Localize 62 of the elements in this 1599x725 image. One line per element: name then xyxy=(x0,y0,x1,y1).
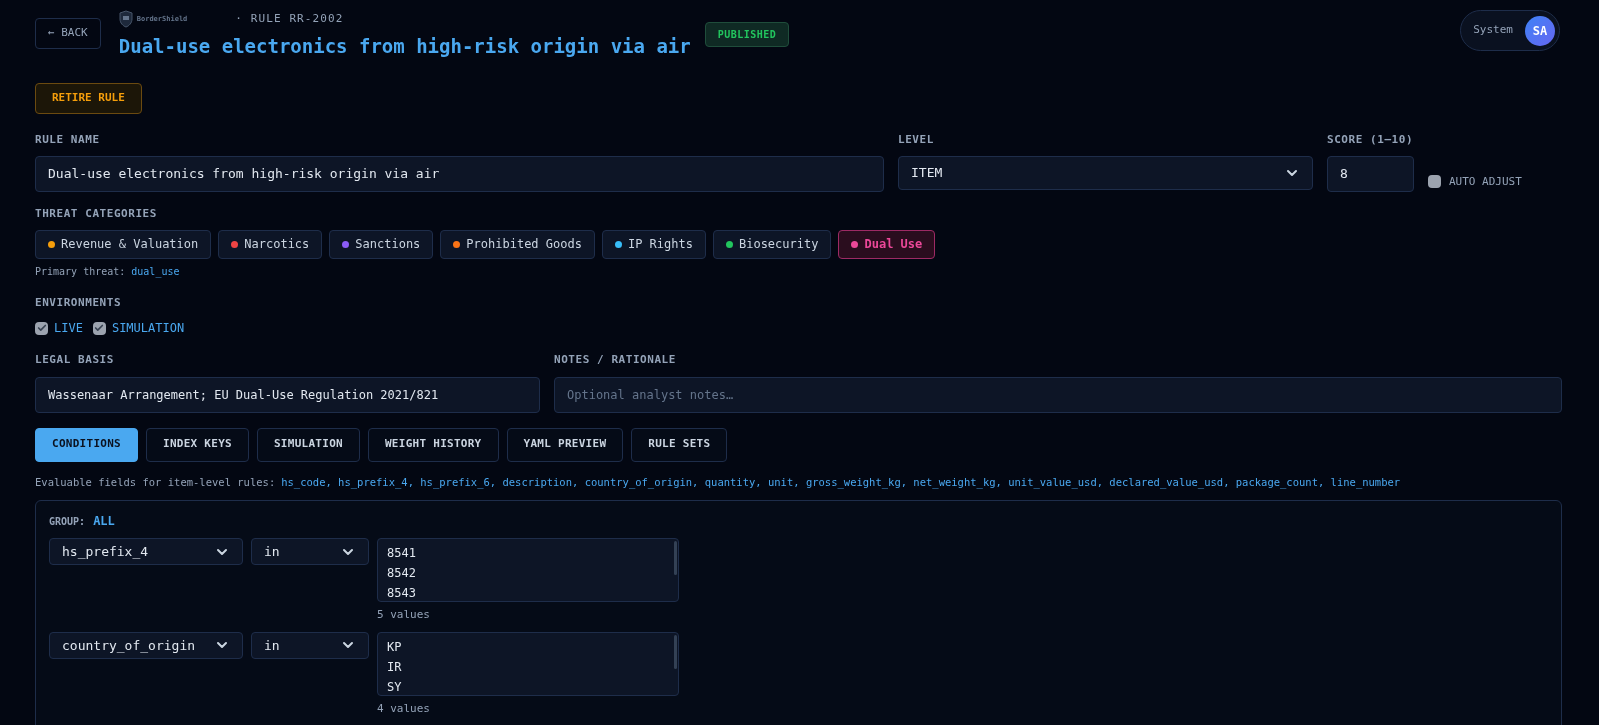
threat-category-chip[interactable]: IP Rights xyxy=(601,229,706,259)
notes-input[interactable]: Optional analyst notes… xyxy=(554,376,1562,413)
field-label: LEVEL xyxy=(898,131,935,148)
tab[interactable]: WEIGHT HISTORY xyxy=(367,427,499,462)
primary-threat-value: dual_use xyxy=(131,264,180,279)
values-count: 4 values xyxy=(377,700,431,717)
field-select[interactable]: hs_prefix_4 xyxy=(49,538,243,566)
field-label: RULE NAME xyxy=(35,131,101,148)
auto-adjust-label: AUTO ADJUST xyxy=(1449,173,1522,190)
rule-id: · RULE RR-2002 xyxy=(235,10,344,27)
score-input[interactable]: 8 xyxy=(1327,156,1414,192)
threat-category-chip[interactable]: Dual Use xyxy=(838,229,936,259)
field-select[interactable]: country_of_origin xyxy=(49,631,243,659)
value-line: 8543 xyxy=(387,585,416,603)
back-button[interactable]: ← BACK xyxy=(35,18,101,49)
value-line: SY xyxy=(387,678,402,696)
field-label: LEGAL BASIS xyxy=(35,352,115,368)
threat-category-chip[interactable]: Biosecurity xyxy=(712,229,832,259)
legal-basis-input[interactable]: Wassenaar Arrangement; EU Dual-Use Regulation 2021/821 xyxy=(35,376,540,413)
field-label: SCORE (1–10) xyxy=(1327,131,1414,148)
primary-threat-label: Primary threat: xyxy=(35,264,126,279)
user-avatar: SA xyxy=(1525,15,1555,46)
auto-adjust-checkbox[interactable] xyxy=(1428,175,1441,189)
shield-logo-icon xyxy=(118,10,133,28)
values-textarea[interactable]: 8541 8542 8543 xyxy=(377,538,679,603)
tab[interactable]: SIMULATION xyxy=(256,427,360,462)
field-names: hs_code, hs_prefix_4, hs_prefix_6, description, country_of_origin, quantity, unit, gross_weight_kg, net_weight_kg, unit_value_usd, declared_value_usd, package_count, line_number xyxy=(281,474,1401,491)
value-line: 8542 xyxy=(387,565,416,583)
tab[interactable]: INDEX KEYS xyxy=(146,427,249,462)
threat-category-chip[interactable]: Narcotics xyxy=(218,229,323,259)
value-line: KP xyxy=(387,638,402,656)
values-count: 5 values xyxy=(377,607,431,624)
rule-name-input[interactable]: Dual-use electronics from high-risk origin via air xyxy=(35,156,884,192)
operator-select[interactable]: in xyxy=(251,631,369,659)
user-name: System xyxy=(1473,22,1513,39)
retire-rule-button[interactable]: RETIRE RULE xyxy=(35,82,142,114)
environment-checkbox[interactable] xyxy=(35,321,48,335)
user-pill[interactable]: System SA xyxy=(1460,10,1560,51)
field-label: THREAT CATEGORIES xyxy=(35,206,158,222)
tab[interactable]: RULE SETS xyxy=(631,427,728,462)
threat-category-chip[interactable]: Revenue & Valuation xyxy=(35,229,212,259)
field-label: NOTES / RATIONALE xyxy=(554,352,677,368)
scrollbar-thumb xyxy=(674,634,677,669)
environment-checkbox[interactable] xyxy=(92,321,106,335)
group-value[interactable]: ALL xyxy=(93,512,115,531)
field-label: ENVIRONMENTS xyxy=(35,294,123,311)
group-label: GROUP: xyxy=(49,514,86,529)
tab[interactable]: YAML PREVIEW xyxy=(506,427,624,462)
level-select[interactable]: ITEM xyxy=(898,156,1313,190)
value-line: 8541 xyxy=(387,545,416,563)
operator-select[interactable]: in xyxy=(251,538,369,566)
tab[interactable]: CONDITIONS xyxy=(35,427,138,462)
environment-label: SIMULATION xyxy=(111,320,185,337)
scrollbar-thumb xyxy=(674,541,677,576)
values-textarea[interactable]: KP IR SY xyxy=(377,631,679,696)
evaluable-fields-label: Evaluable fields for item-level rules: xyxy=(35,474,276,490)
threat-category-chip[interactable]: Sanctions xyxy=(329,229,434,259)
value-line: IR xyxy=(387,658,402,676)
environment-label: LIVE xyxy=(54,320,83,337)
status-badge: PUBLISHED xyxy=(704,22,790,47)
threat-category-chip[interactable]: Prohibited Goods xyxy=(440,229,595,259)
rule-title: Dual-use electronics from high-risk origin via air xyxy=(118,34,691,59)
